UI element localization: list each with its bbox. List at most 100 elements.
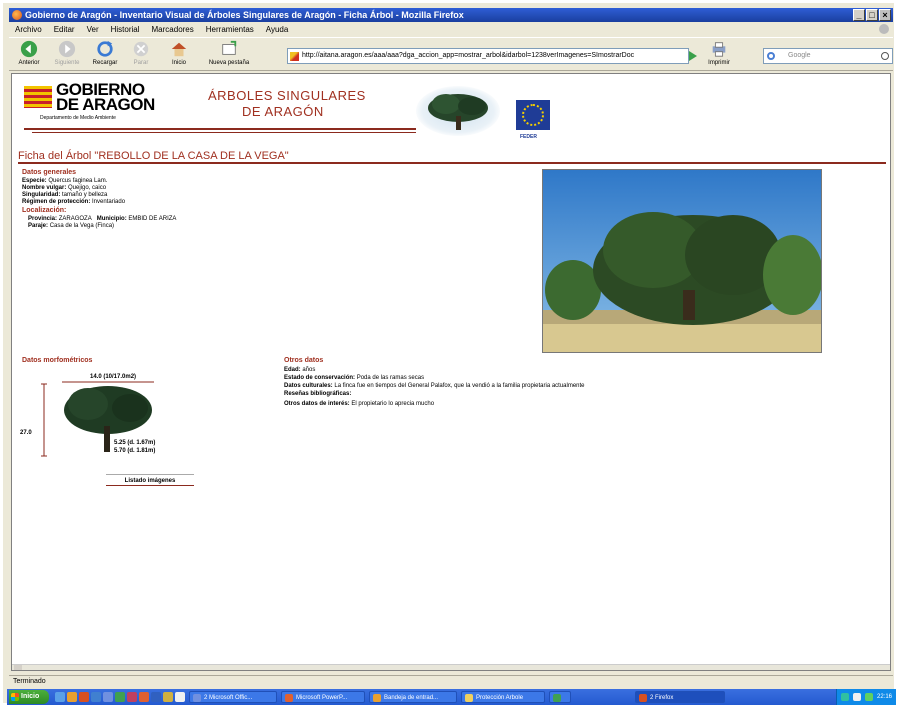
- tree-photo[interactable]: [542, 169, 822, 353]
- menu-bar: Archivo Editar Ver Historial Marcadores …: [9, 23, 893, 36]
- field-nombre-vulgar: Nombre vulgar: Quejigo, caico: [22, 185, 107, 191]
- forward-button[interactable]: Siguiente: [49, 40, 85, 66]
- maximize-button[interactable]: □: [866, 9, 878, 21]
- back-button[interactable]: Anterior: [11, 40, 47, 66]
- excel-icon[interactable]: [115, 692, 125, 702]
- navigation-toolbar: Anterior Siguiente Recargar Parar Inicio…: [9, 37, 893, 71]
- tree-app-icon: [553, 694, 561, 702]
- antivirus-icon[interactable]: [864, 693, 873, 701]
- folder-icon: [465, 694, 473, 702]
- browser-window: Gobierno de Aragón - Inventario Visual d…: [0, 0, 897, 706]
- task-powerpoint[interactable]: Microsoft PowerP...: [281, 691, 365, 703]
- start-button[interactable]: Inicio: [9, 690, 49, 704]
- task-office[interactable]: 2 Microsoft Offic...: [189, 691, 277, 703]
- access-icon[interactable]: [127, 692, 137, 702]
- inbox-icon: [373, 694, 381, 702]
- header-tree-image: [416, 86, 500, 136]
- powerpoint-icon[interactable]: [139, 692, 149, 702]
- system-tray: 22:16: [835, 689, 896, 705]
- url-bar[interactable]: http://aitana.aragon.es/aaa/aaa?dga_acci…: [287, 48, 689, 64]
- quick-launch: [55, 692, 185, 702]
- menu-marcadores[interactable]: Marcadores: [152, 23, 194, 36]
- volume-icon[interactable]: [852, 693, 861, 701]
- print-button[interactable]: Imprimir: [701, 40, 737, 66]
- menu-archivo[interactable]: Archivo: [15, 23, 42, 36]
- menu-historial[interactable]: Historial: [111, 23, 140, 36]
- feder-label: FEDER: [520, 134, 537, 140]
- clock-app-icon[interactable]: [175, 692, 185, 702]
- search-input[interactable]: Google: [763, 48, 893, 64]
- new-tab-button[interactable]: Nueva pestaña: [205, 40, 253, 66]
- otros-datos-heading: Otros datos: [284, 357, 324, 364]
- media-icon[interactable]: [163, 692, 173, 702]
- datos-morfometricos-heading: Datos morfométricos: [22, 357, 93, 364]
- field-especie: Especie: Quercus faginea Lam.: [22, 178, 108, 184]
- minimize-button[interactable]: _: [853, 9, 865, 21]
- clock: 22:16: [876, 694, 892, 700]
- localizacion-heading: Localización:: [22, 207, 67, 214]
- powerpoint-task-icon: [285, 694, 293, 702]
- task-proteccion[interactable]: Protección Arbole: [461, 691, 545, 703]
- url-text: http://aitana.aragon.es/aaa/aaa?dga_acci…: [302, 52, 635, 59]
- field-provincia: Provincia: ZARAGOZA Municipio: EMBID DE …: [28, 216, 177, 222]
- field-singularidad: Singularidad: tamaño y belleza: [22, 192, 108, 198]
- stop-icon: [133, 41, 149, 57]
- field-edad: Edad: años: [284, 367, 316, 373]
- menu-ver[interactable]: Ver: [87, 23, 99, 36]
- forward-arrow-icon: [58, 40, 76, 58]
- aragon-flag-icon: [24, 86, 52, 108]
- throbber-icon: [879, 24, 889, 34]
- firefox-quick-icon[interactable]: [79, 692, 89, 702]
- title-rule: [18, 162, 886, 164]
- tree-silhouette-icon: [428, 94, 488, 130]
- site-title: ÁRBOLES SINGULARES: [208, 88, 366, 103]
- header-rule-thin: [32, 132, 416, 133]
- office-icon: [193, 694, 201, 702]
- home-button[interactable]: Inicio: [161, 40, 197, 66]
- scroll-left-arrow[interactable]: [14, 665, 22, 670]
- status-text: Terminado: [13, 678, 46, 685]
- google-icon: [767, 52, 775, 60]
- firefox-icon: [12, 10, 22, 20]
- outlook-icon[interactable]: [67, 692, 77, 702]
- app-icon[interactable]: [151, 692, 161, 702]
- network-icon[interactable]: [840, 693, 849, 701]
- desktop-icon[interactable]: [91, 692, 101, 702]
- close-button[interactable]: ×: [879, 9, 891, 21]
- altura-measure: 27.0: [20, 430, 32, 436]
- word-icon[interactable]: [103, 692, 113, 702]
- menu-herramientas[interactable]: Herramientas: [206, 23, 254, 36]
- ie-icon[interactable]: [55, 692, 65, 702]
- window-title: Gobierno de Aragón - Inventario Visual d…: [25, 10, 464, 20]
- task-firefox[interactable]: 2 Firefox: [635, 691, 725, 703]
- field-regimen: Régimen de protección: Inventariado: [22, 199, 126, 205]
- windows-logo-icon: [11, 693, 19, 701]
- field-paraje: Paraje: Casa de la Vega (Finca): [28, 223, 115, 229]
- field-resenas: Reseñas bibliográficas:: [284, 391, 352, 397]
- listado-imagenes-button[interactable]: Listado imágenes: [106, 474, 194, 486]
- tree-photo-image: [543, 170, 821, 352]
- title-bar: Gobierno de Aragón - Inventario Visual d…: [9, 8, 893, 22]
- firefox-task-icon: [639, 694, 647, 702]
- task-tree-app[interactable]: [549, 691, 571, 703]
- field-culturales: Datos culturales: La finca fue en tiempo…: [284, 383, 585, 389]
- datos-generales-heading: Datos generales: [22, 169, 77, 176]
- go-icon[interactable]: [687, 50, 699, 62]
- field-interes: Otros datos de interés: El propietario l…: [284, 401, 435, 407]
- horizontal-scrollbar[interactable]: [12, 664, 890, 670]
- reload-button[interactable]: Recargar: [87, 40, 123, 66]
- page-content: GOBIERNO DE ARAGON Departamento de Medio…: [11, 73, 891, 671]
- gobierno-aragon-logo[interactable]: GOBIERNO DE ARAGON Departamento de Medio…: [24, 81, 194, 126]
- new-tab-icon: [222, 40, 237, 55]
- search-icon[interactable]: [881, 52, 889, 60]
- page-title: Ficha del Árbol "REBOLLO DE LA CASA DE L…: [18, 150, 289, 162]
- back-arrow-icon: [20, 40, 38, 58]
- menu-ayuda[interactable]: Ayuda: [266, 23, 289, 36]
- status-bar: Terminado: [9, 675, 893, 687]
- site-icon: [290, 52, 299, 61]
- stop-button[interactable]: Parar: [123, 40, 159, 66]
- menu-editar[interactable]: Editar: [54, 23, 75, 36]
- task-inbox[interactable]: Bandeja de entrad...: [369, 691, 457, 703]
- site-title-line2: DE ARAGÓN: [242, 104, 324, 119]
- tronco-measure-1: 5.25 (d. 1.67m): [114, 440, 156, 446]
